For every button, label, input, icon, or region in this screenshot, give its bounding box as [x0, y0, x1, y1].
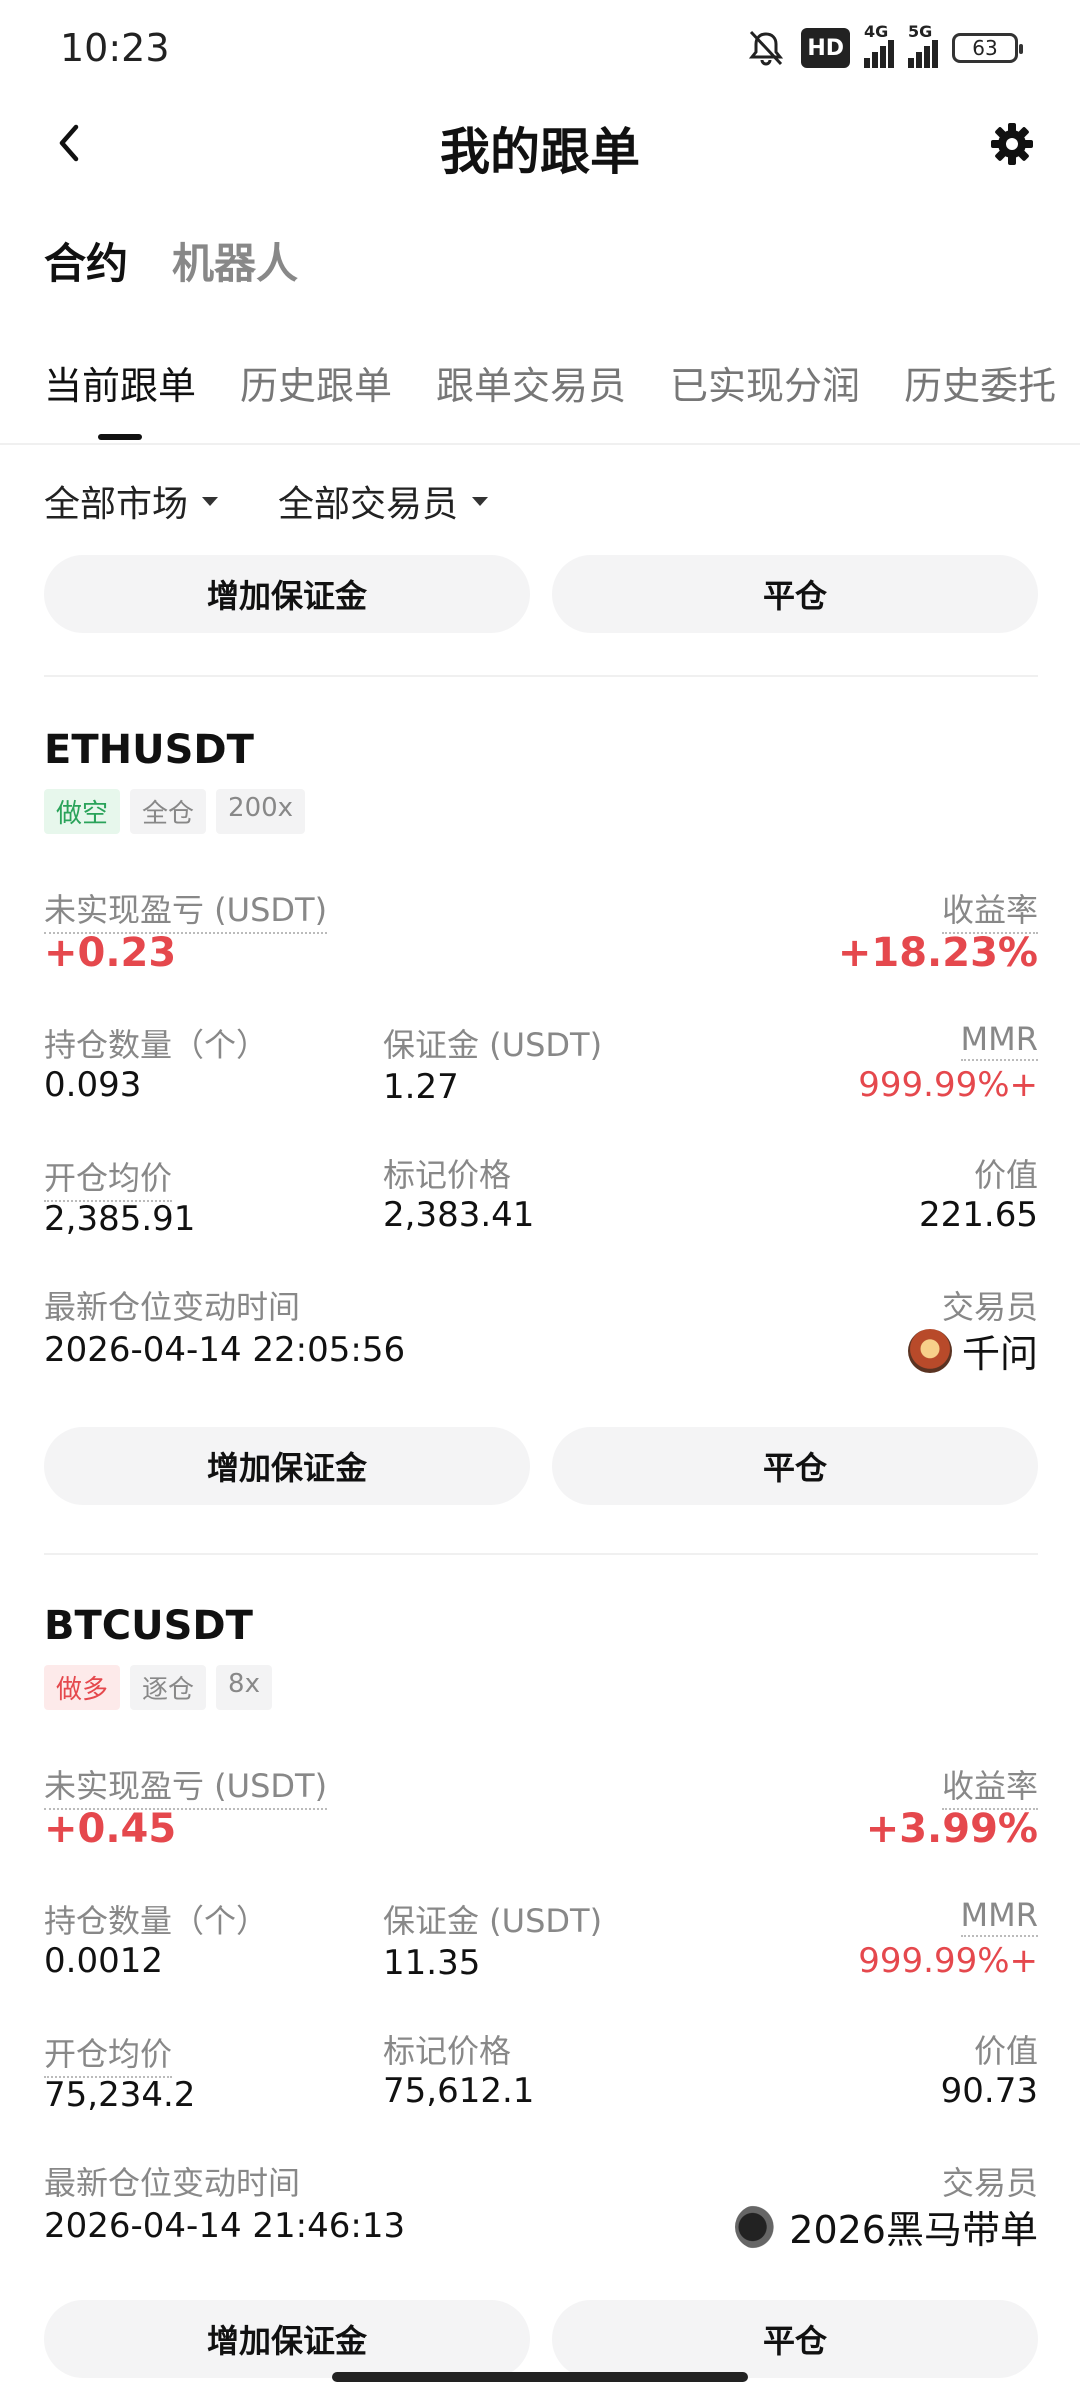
unrealized-pnl-value: +0.45 [44, 1806, 177, 1852]
roi-value: +3.99% [865, 1806, 1038, 1852]
tab-current-copy[interactable]: 当前跟单 [44, 355, 196, 440]
quantity-value: 0.0012 [44, 1941, 163, 1981]
status-bar: 10:23 HD 4G 5G 63 [0, 0, 1080, 100]
sub-tabs: 当前跟单 历史跟单 跟单交易员 已实现分润 历史委托 [44, 355, 1056, 440]
trader-info[interactable]: 2026黑马带单 [735, 2199, 1038, 2254]
hd-badge: HD [801, 28, 850, 68]
position-card: BTCUSDT 做多 逐仓 8x 未实现盈亏 (USDT) 收益率 +0.45 … [44, 1603, 1038, 2303]
mmr-label[interactable]: MMR [960, 1020, 1038, 1061]
card-actions: 增加保证金 平仓 [44, 2300, 1038, 2378]
margin-mode-tag: 逐仓 [130, 1665, 207, 1710]
trader-avatar [735, 2204, 780, 2249]
card-divider [44, 1553, 1038, 1555]
leverage-tag: 200x [216, 789, 306, 834]
trader-filter-label: 全部交易员 [278, 484, 459, 525]
trader-label: 交易员 [941, 1288, 1038, 1326]
add-margin-button[interactable]: 增加保证金 [44, 1427, 530, 1505]
status-time: 10:23 [60, 26, 170, 70]
nav-header: 我的跟单 [0, 100, 1080, 190]
position-value: 90.73 [940, 2071, 1038, 2111]
mmr-value: 999.99%+ [858, 1941, 1038, 1981]
close-position-button[interactable]: 平仓 [552, 1427, 1038, 1505]
last-change-time-label: 最新仓位变动时间 [44, 1288, 301, 1326]
unrealized-pnl-label[interactable]: 未实现盈亏 (USDT) [44, 885, 328, 934]
mark-price-label: 标记价格 [383, 2032, 512, 2070]
add-margin-button[interactable]: 增加保证金 [44, 555, 530, 633]
position-value: 221.65 [919, 1195, 1038, 1235]
entry-price-label[interactable]: 开仓均价 [44, 1153, 173, 1202]
quantity-value: 0.093 [44, 1065, 142, 1105]
value-label: 价值 [973, 2032, 1038, 2070]
signal-5g-icon: 5G [908, 22, 938, 68]
quantity-label: 持仓数量（个） [44, 1902, 269, 1940]
mmr-value: 999.99%+ [858, 1065, 1038, 1105]
leverage-tag: 8x [216, 1665, 272, 1710]
position-card: ETHUSDT 做空 全仓 200x 未实现盈亏 (USDT) 收益率 +0.2… [44, 727, 1038, 1517]
close-position-button[interactable]: 平仓 [552, 2300, 1038, 2378]
card-actions: 增加保证金 平仓 [44, 555, 1038, 633]
market-filter[interactable]: 全部市场 [44, 475, 219, 527]
quantity-label: 持仓数量（个） [44, 1026, 269, 1064]
roi-value: +18.23% [837, 930, 1038, 976]
value-label: 价值 [973, 1156, 1038, 1194]
entry-price-label[interactable]: 开仓均价 [44, 2029, 173, 2078]
tab-order-history[interactable]: 历史委托 [904, 355, 1056, 440]
tab-history-copy[interactable]: 历史跟单 [240, 355, 392, 440]
caret-down-icon [202, 496, 219, 506]
trader-name: 千问 [961, 1332, 1038, 1376]
position-tags: 做多 逐仓 8x [44, 1665, 272, 1710]
tab-copied-traders[interactable]: 跟单交易员 [436, 355, 626, 440]
last-change-time-label: 最新仓位变动时间 [44, 2164, 301, 2202]
mute-vibrate-icon [745, 28, 787, 68]
unrealized-pnl-label[interactable]: 未实现盈亏 (USDT) [44, 1761, 328, 1810]
caret-down-icon [472, 496, 489, 506]
margin-mode-tag: 全仓 [130, 789, 207, 834]
battery-icon: 63 [952, 33, 1023, 63]
category-tabs: 合约 机器人 [44, 230, 298, 291]
margin-value: 11.35 [383, 1943, 481, 1983]
entry-price-value: 75,234.2 [44, 2075, 196, 2115]
mark-price-label: 标记价格 [383, 1156, 512, 1194]
add-margin-button[interactable]: 增加保证金 [44, 2300, 530, 2378]
tabs-divider [0, 443, 1080, 445]
unrealized-pnl-value: +0.23 [44, 930, 177, 976]
margin-label: 保证金 (USDT) [383, 1026, 603, 1064]
last-change-time-value: 2026-04-14 22:05:56 [44, 1330, 406, 1370]
signal-4g-icon: 4G [864, 22, 894, 68]
margin-value: 1.27 [383, 1067, 459, 1107]
trader-avatar [907, 1328, 952, 1373]
tab-contract[interactable]: 合约 [44, 230, 128, 291]
status-icons: HD 4G 5G 63 [745, 22, 1023, 68]
last-change-time-value: 2026-04-14 21:46:13 [44, 2206, 406, 2246]
card-actions: 增加保证金 平仓 [44, 1427, 1038, 1505]
settings-button[interactable] [984, 116, 1040, 172]
position-tags: 做空 全仓 200x [44, 789, 306, 834]
side-tag: 做空 [44, 789, 121, 834]
gear-icon [991, 123, 1033, 165]
close-position-button[interactable]: 平仓 [552, 555, 1038, 633]
card-divider [44, 675, 1038, 677]
trader-name: 2026黑马带单 [789, 2208, 1038, 2252]
page-title: 我的跟单 [440, 123, 640, 181]
mark-price-value: 2,383.41 [383, 1195, 535, 1235]
market-filter-label: 全部市场 [44, 484, 189, 525]
tab-realized-profit-share[interactable]: 已实现分润 [670, 355, 860, 440]
roi-label[interactable]: 收益率 [941, 1761, 1038, 1810]
home-indicator[interactable] [332, 2372, 748, 2382]
roi-label[interactable]: 收益率 [941, 885, 1038, 934]
mmr-label[interactable]: MMR [960, 1896, 1038, 1937]
mark-price-value: 75,612.1 [383, 2071, 535, 2111]
tab-bot[interactable]: 机器人 [172, 230, 298, 291]
position-symbol[interactable]: ETHUSDT [44, 727, 254, 773]
side-tag: 做多 [44, 1665, 121, 1710]
trader-filter[interactable]: 全部交易员 [278, 475, 489, 527]
margin-label: 保证金 (USDT) [383, 1902, 603, 1940]
filters: 全部市场 全部交易员 [44, 475, 489, 527]
position-symbol[interactable]: BTCUSDT [44, 1603, 253, 1649]
trader-label: 交易员 [941, 2164, 1038, 2202]
entry-price-value: 2,385.91 [44, 1199, 196, 1239]
trader-info[interactable]: 千问 [907, 1323, 1038, 1378]
